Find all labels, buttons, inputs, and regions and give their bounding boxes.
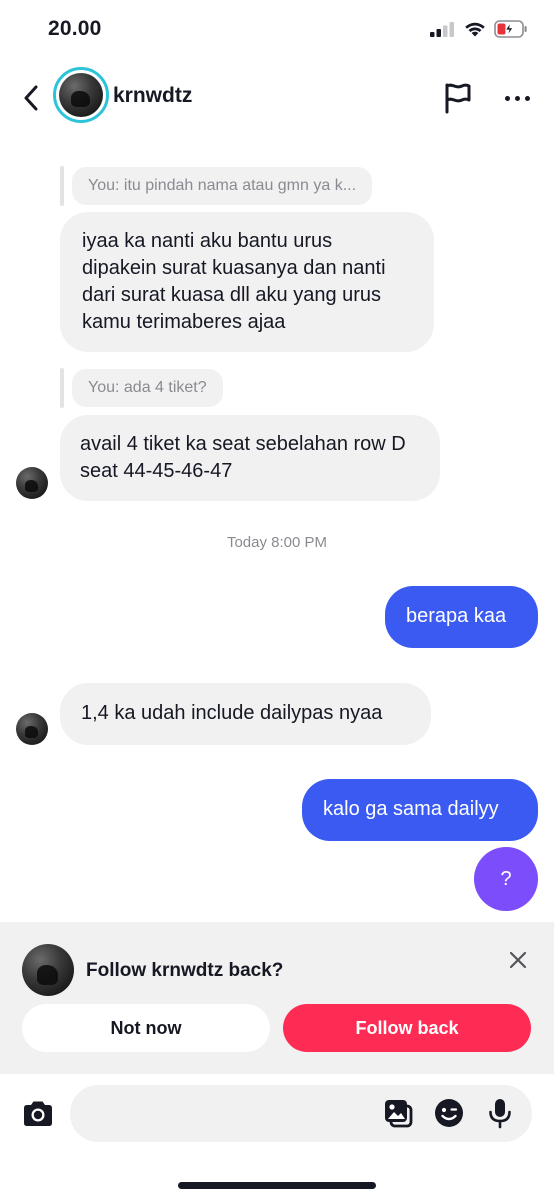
message-bubble-incoming[interactable]: 1,4 ka udah include dailypas nyaa bbox=[60, 683, 431, 745]
message-timestamp: Today 8:00 PM bbox=[226, 534, 328, 551]
sender-avatar[interactable] bbox=[16, 467, 48, 499]
back-chevron-icon bbox=[24, 85, 38, 111]
emoji-icon bbox=[435, 1099, 463, 1127]
message-bubble-incoming[interactable]: iyaa ka nanti aku bantu urus dipakein su… bbox=[60, 212, 434, 352]
battery-charging-icon bbox=[494, 20, 527, 38]
avatar bbox=[59, 73, 103, 117]
camera-button[interactable] bbox=[20, 1096, 56, 1132]
reply-quote-text: You: ada 4 tiket? bbox=[72, 369, 223, 407]
microphone-icon bbox=[489, 1099, 511, 1129]
reply-quote: You: itu pindah nama atau gmn ya k... bbox=[60, 166, 373, 206]
more-options-button[interactable] bbox=[500, 86, 534, 110]
chat-header: krnwdtz bbox=[0, 62, 554, 134]
image-sticker-icon bbox=[385, 1100, 413, 1128]
reply-quote: You: ada 4 tiket? bbox=[60, 368, 223, 408]
message-bubble-outgoing[interactable]: kalo ga sama dailyy bbox=[302, 779, 538, 841]
close-icon bbox=[509, 951, 527, 969]
profile-avatar-button[interactable] bbox=[53, 67, 109, 123]
more-icon bbox=[504, 95, 510, 101]
signal-icon bbox=[430, 22, 454, 37]
camera-icon bbox=[24, 1101, 52, 1126]
follow-back-panel: Follow krnwdtz back? Not now Follow back bbox=[0, 922, 554, 1074]
header-username[interactable]: krnwdtz bbox=[113, 84, 192, 108]
status-time: 20.00 bbox=[48, 17, 102, 40]
home-indicator bbox=[178, 1182, 376, 1189]
sender-avatar[interactable] bbox=[16, 713, 48, 745]
follow-back-button[interactable]: Follow back bbox=[283, 1004, 531, 1052]
image-sticker-button[interactable] bbox=[382, 1097, 414, 1129]
message-bubble-outgoing[interactable]: ? bbox=[474, 847, 538, 911]
emoji-button[interactable] bbox=[433, 1097, 465, 1129]
back-button[interactable] bbox=[16, 80, 46, 116]
message-bubble-outgoing[interactable]: berapa kaa bbox=[385, 586, 538, 648]
avatar[interactable] bbox=[22, 944, 74, 996]
status-bar: 20.00 bbox=[0, 0, 554, 60]
flag-icon bbox=[445, 83, 471, 114]
wifi-icon bbox=[465, 22, 485, 37]
not-now-button[interactable]: Not now bbox=[22, 1004, 270, 1052]
status-icons bbox=[430, 20, 528, 38]
follow-prompt-text: Follow krnwdtz back? bbox=[86, 960, 284, 981]
voice-message-button[interactable] bbox=[484, 1097, 516, 1129]
reply-quote-text: You: itu pindah nama atau gmn ya k... bbox=[72, 167, 373, 205]
message-bubble-incoming[interactable]: avail 4 tiket ka seat sebelahan row D se… bbox=[60, 415, 440, 501]
close-button[interactable] bbox=[506, 948, 530, 972]
report-button[interactable] bbox=[440, 80, 476, 116]
message-input-bar bbox=[0, 1074, 554, 1199]
